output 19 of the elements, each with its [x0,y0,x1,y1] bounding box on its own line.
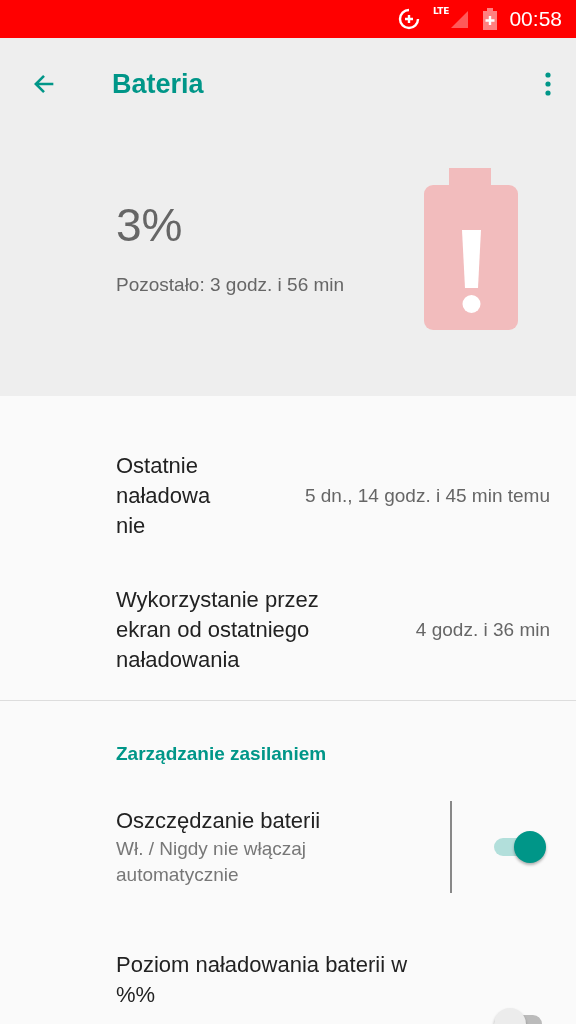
setting-title: Oszczędzanie baterii [116,807,322,835]
battery-icon [483,8,498,30]
battery-alert-icon [424,168,518,330]
battery-percentage: 3% [116,198,184,252]
remaining-time: Pozostało: 3 godz. i 56 min [116,274,345,296]
toggle-switch[interactable] [494,830,546,864]
screen-title: Bateria [112,68,205,100]
info-label: Wykorzystanie przez ekran od ostatniego naładowania [116,586,320,674]
setting-summary: Wł. / Nigdy nie włączaj automatycznie [116,837,308,887]
info-value: 5 dn., 14 godz. i 45 min temu [304,485,550,507]
info-label: Ostatnie naładowa nie [116,452,212,540]
signal-icon [449,9,470,29]
info-value: 4 godz. i 36 min [415,619,550,641]
setting-title: Poziom naładowania baterii w %% [116,951,409,1009]
more-icon [544,70,552,98]
clock-time: 00:58 [509,7,562,31]
network-type: LTE [432,6,450,16]
data-saver-icon [396,7,421,31]
section-header: Zarządzanie zasilaniem [115,742,328,765]
